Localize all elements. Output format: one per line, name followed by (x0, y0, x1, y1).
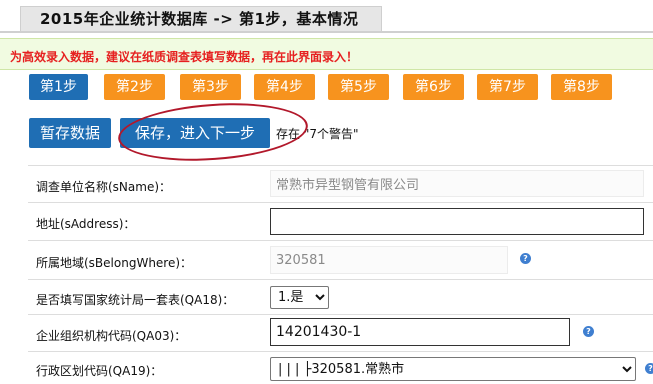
sbelong-input[interactable] (270, 246, 508, 274)
saddress-label: 地址(sAddress)： (36, 217, 136, 231)
qa18-select[interactable]: 1.是 (270, 286, 329, 309)
sname-input[interactable] (270, 170, 644, 197)
help-icon[interactable]: ? (520, 253, 531, 264)
step-3-button[interactable]: 第3步 (180, 74, 241, 100)
header-divider (0, 31, 653, 33)
form-row-qa18: 是否填写国家统计局一套表(QA18)： 1.是 (28, 279, 653, 315)
qa03-input[interactable] (270, 318, 570, 346)
sbelong-label: 所属地域(sBelongWhere)： (36, 256, 193, 270)
step-1-button[interactable]: 第1步 (29, 74, 88, 100)
step-5-button[interactable]: 第5步 (328, 74, 389, 100)
tip-text: 为高效录入数据，建议在纸质调查表填写数据，再在此界面录入！ (10, 50, 359, 64)
step-8-button[interactable]: 第8步 (551, 74, 612, 100)
qa19-select[interactable]: | | | ├320581.常熟市 (270, 357, 636, 381)
form-row-sbelong: 所属地域(sBelongWhere)： ? (28, 240, 653, 280)
step-6-button[interactable]: 第6步 (403, 74, 464, 100)
saddress-input[interactable] (270, 208, 644, 235)
form-row-saddress: 地址(sAddress)： (28, 202, 653, 241)
help-icon[interactable]: ? (645, 363, 653, 374)
qa18-label: 是否填写国家统计局一套表(QA18)： (36, 293, 235, 307)
qa03-label: 企业组织机构代码(QA03)： (36, 329, 187, 343)
save-temp-button[interactable]: 暂存数据 (29, 118, 111, 148)
annotation-oval (116, 97, 310, 167)
step-2-button[interactable]: 第2步 (104, 74, 165, 100)
form-row-qa19: 行政区划代码(QA19)： | | | ├320581.常熟市 ? (28, 351, 653, 384)
form-row-qa03: 企业组织机构代码(QA03)： ? (28, 314, 653, 352)
step-7-button[interactable]: 第7步 (477, 74, 538, 100)
help-icon[interactable]: ? (583, 326, 594, 337)
qa19-label: 行政区划代码(QA19)： (36, 364, 163, 378)
step-4-button[interactable]: 第4步 (254, 74, 315, 100)
sname-label: 调查单位名称(sName)： (36, 180, 172, 194)
form-row-sname: 调查单位名称(sName)： (28, 165, 653, 203)
page-title: 2015年企业统计数据库 -> 第1步，基本情况 (40, 10, 359, 28)
tip-banner: 为高效录入数据，建议在纸质调查表填写数据，再在此界面录入！ (0, 38, 653, 70)
